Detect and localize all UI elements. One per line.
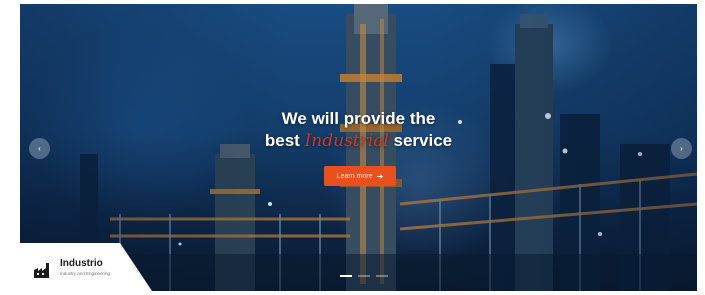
brand-name: Industrio	[60, 258, 103, 269]
headline-accent-word: Industrial	[304, 131, 389, 151]
chevron-left-icon: ‹	[38, 144, 41, 153]
brand-tagline: Industry and Engineering	[60, 271, 111, 276]
carousel-prev-button[interactable]: ‹	[29, 138, 50, 159]
headline-line-1: We will provide the	[281, 109, 436, 128]
pagination-dot[interactable]	[340, 275, 352, 277]
learn-more-button[interactable]: Learn more ➔	[324, 166, 396, 186]
headline-line-2: best Industrial service	[20, 130, 697, 152]
carousel-next-button[interactable]: ›	[671, 138, 692, 159]
carousel-pagination	[340, 275, 388, 277]
pagination-dot[interactable]	[376, 275, 388, 277]
hero-slider: We will provide the best Industrial serv…	[20, 4, 697, 291]
hero-headline: We will provide the best Industrial serv…	[20, 108, 697, 152]
headline-word-service: service	[393, 131, 453, 150]
chevron-right-icon: ›	[680, 144, 683, 153]
factory-icon	[34, 263, 49, 278]
learn-more-label: Learn more	[336, 172, 373, 180]
arrow-right-icon: ➔	[376, 171, 384, 181]
headline-word-best: best	[264, 131, 300, 150]
pagination-dot[interactable]	[358, 275, 370, 277]
